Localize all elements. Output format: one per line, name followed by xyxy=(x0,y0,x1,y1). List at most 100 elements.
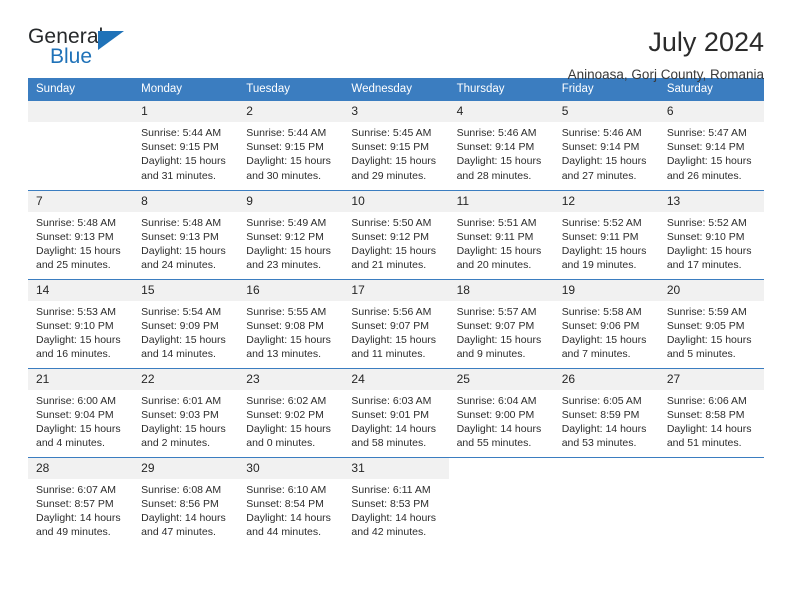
calendar-day-cell[interactable]: 27 Sunrise: 6:06 AM Sunset: 8:58 PM Dayligh… xyxy=(658,367,764,457)
day-number xyxy=(553,457,659,479)
detail-sunrise: Sunrise: 5:59 AM xyxy=(666,305,747,318)
calendar-week-row: 7 Sunrise: 5:48 AM Sunset: 9:13 PM Daylight… xyxy=(28,189,764,279)
day-number: 12 xyxy=(553,190,659,212)
detail-sunrise: Sunrise: 6:10 AM xyxy=(246,483,327,496)
detail-sunset: Sunset: 9:15 PM xyxy=(246,141,324,154)
calendar-week-row: 28 Sunrise: 6:07 AM Sunset: 8:57 PM Dayligh… xyxy=(28,456,764,546)
calendar-day-cell[interactable]: 22 Sunrise: 6:01 AM Sunset: 9:03 PM Dayligh… xyxy=(133,367,239,457)
detail-sunset: Sunset: 9:11 PM xyxy=(456,230,534,243)
day-number: 28 xyxy=(28,457,134,479)
calendar-day-cell[interactable]: 19 Sunrise: 5:58 AM Sunset: 9:06 PM Dayligh… xyxy=(553,278,659,368)
calendar-day-cell[interactable]: 5 Sunrise: 5:46 AM Sunset: 9:14 PM Daylight… xyxy=(553,101,659,190)
detail-daylight-1: Daylight: 15 hours xyxy=(456,333,542,346)
detail-sunset: Sunset: 9:08 PM xyxy=(246,319,324,332)
calendar-cell-empty xyxy=(28,101,134,190)
day-number: 16 xyxy=(238,279,344,301)
calendar-day-cell[interactable]: 11 Sunrise: 5:51 AM Sunset: 9:11 PM Dayligh… xyxy=(448,189,554,279)
detail-sunset: Sunset: 9:00 PM xyxy=(456,408,535,421)
detail-daylight-2: and 58 minutes. xyxy=(351,437,427,450)
calendar-day-cell[interactable]: 7 Sunrise: 5:48 AM Sunset: 9:13 PM Daylight… xyxy=(28,189,134,279)
calendar-day-cell[interactable]: 25 Sunrise: 6:04 AM Sunset: 9:00 PM Dayligh… xyxy=(448,367,554,457)
detail-sunrise: Sunrise: 5:56 AM xyxy=(351,305,432,318)
day-details: Sunrise: 5:44 AM Sunset: 9:15 PM Daylight:… xyxy=(133,122,238,183)
calendar-day-cell[interactable]: 12 Sunrise: 5:52 AM Sunset: 9:11 PM Dayligh… xyxy=(553,189,659,279)
general-blue-logo[interactable]: General Blue xyxy=(28,26,148,78)
calendar-cell-empty xyxy=(448,456,554,546)
detail-daylight-1: Daylight: 15 hours xyxy=(36,244,121,257)
detail-sunrise: Sunrise: 6:03 AM xyxy=(351,394,432,407)
calendar-day-cell[interactable]: 17 Sunrise: 5:56 AM Sunset: 9:07 PM Dayligh… xyxy=(343,278,449,368)
calendar-day-cell[interactable]: 20 Sunrise: 5:59 AM Sunset: 9:05 PM Dayligh… xyxy=(658,278,764,368)
detail-daylight-2: and 31 minutes. xyxy=(141,169,216,182)
detail-daylight-1: Daylight: 15 hours xyxy=(141,155,226,168)
day-details: Sunrise: 5:54 AM Sunset: 9:09 PM Daylight:… xyxy=(133,301,238,362)
detail-daylight-1: Daylight: 15 hours xyxy=(456,155,542,168)
detail-daylight-2: and 0 minutes. xyxy=(246,437,316,450)
calendar-day-cell[interactable]: 6 Sunrise: 5:47 AM Sunset: 9:14 PM Daylight… xyxy=(658,101,764,190)
page-title: July 2024 xyxy=(648,27,764,57)
detail-daylight-2: and 13 minutes. xyxy=(246,348,321,361)
detail-sunrise: Sunrise: 6:01 AM xyxy=(141,394,222,407)
detail-sunset: Sunset: 9:14 PM xyxy=(561,141,640,154)
calendar-day-cell[interactable]: 9 Sunrise: 5:49 AM Sunset: 9:12 PM Daylight… xyxy=(238,189,344,279)
calendar-day-cell[interactable]: 15 Sunrise: 5:54 AM Sunset: 9:09 PM Dayligh… xyxy=(133,278,239,368)
calendar-cell-empty xyxy=(658,456,764,546)
calendar-day-cell[interactable]: 28 Sunrise: 6:07 AM Sunset: 8:57 PM Dayligh… xyxy=(28,456,134,546)
calendar-day-cell[interactable]: 10 Sunrise: 5:50 AM Sunset: 9:12 PM Dayligh… xyxy=(343,189,449,279)
calendar-day-cell[interactable]: 30 Sunrise: 6:10 AM Sunset: 8:54 PM Dayligh… xyxy=(238,456,344,546)
detail-sunset: Sunset: 9:15 PM xyxy=(351,141,430,154)
calendar-day-cell[interactable]: 21 Sunrise: 6:00 AM Sunset: 9:04 PM Dayligh… xyxy=(28,367,134,457)
day-details: Sunrise: 5:52 AM Sunset: 9:11 PM Daylight:… xyxy=(554,212,659,273)
calendar-day-cell[interactable]: 3 Sunrise: 5:45 AM Sunset: 9:15 PM Daylight… xyxy=(343,101,449,190)
day-details: Sunrise: 5:55 AM Sunset: 9:08 PM Daylight:… xyxy=(238,301,343,362)
calendar-day-cell[interactable]: 23 Sunrise: 6:02 AM Sunset: 9:02 PM Dayligh… xyxy=(238,367,344,457)
calendar-day-cell[interactable]: 4 Sunrise: 5:46 AM Sunset: 9:14 PM Daylight… xyxy=(448,101,554,190)
detail-sunset: Sunset: 8:54 PM xyxy=(246,497,324,510)
detail-sunset: Sunset: 9:06 PM xyxy=(561,319,640,332)
day-number xyxy=(28,101,134,122)
detail-sunset: Sunset: 9:10 PM xyxy=(36,319,114,332)
calendar-day-cell[interactable]: 13 Sunrise: 5:52 AM Sunset: 9:10 PM Dayligh… xyxy=(658,189,764,279)
detail-daylight-2: and 9 minutes. xyxy=(456,348,526,361)
detail-sunrise: Sunrise: 6:04 AM xyxy=(456,394,537,407)
calendar-week-row: 21 Sunrise: 6:00 AM Sunset: 9:04 PM Dayligh… xyxy=(28,367,764,457)
day-number: 21 xyxy=(28,368,134,390)
detail-daylight-1: Daylight: 15 hours xyxy=(141,333,226,346)
calendar-day-cell[interactable]: 16 Sunrise: 5:55 AM Sunset: 9:08 PM Dayligh… xyxy=(238,278,344,368)
detail-sunrise: Sunrise: 5:46 AM xyxy=(561,127,642,139)
detail-sunrise: Sunrise: 5:52 AM xyxy=(561,216,642,229)
detail-daylight-2: and 24 minutes. xyxy=(141,259,216,272)
day-details: Sunrise: 5:58 AM Sunset: 9:06 PM Daylight:… xyxy=(554,301,659,362)
calendar-day-cell[interactable]: 29 Sunrise: 6:08 AM Sunset: 8:56 PM Dayligh… xyxy=(133,456,239,546)
day-number: 18 xyxy=(448,279,554,301)
detail-sunrise: Sunrise: 5:44 AM xyxy=(141,127,222,139)
detail-sunrise: Sunrise: 5:50 AM xyxy=(351,216,432,229)
detail-daylight-1: Daylight: 15 hours xyxy=(141,422,226,435)
detail-sunrise: Sunrise: 5:48 AM xyxy=(36,216,116,229)
detail-sunset: Sunset: 9:15 PM xyxy=(141,141,219,154)
detail-daylight-1: Daylight: 14 hours xyxy=(561,422,647,435)
day-details: Sunrise: 6:03 AM Sunset: 9:01 PM Daylight:… xyxy=(343,390,448,451)
detail-daylight-1: Daylight: 15 hours xyxy=(666,244,752,257)
detail-daylight-1: Daylight: 14 hours xyxy=(141,511,226,524)
day-number: 31 xyxy=(343,457,449,479)
detail-daylight-2: and 47 minutes. xyxy=(141,526,216,539)
day-details: Sunrise: 6:02 AM Sunset: 9:02 PM Daylight:… xyxy=(238,390,343,451)
day-details: Sunrise: 6:01 AM Sunset: 9:03 PM Daylight:… xyxy=(133,390,238,451)
calendar-day-cell[interactable]: 2 Sunrise: 5:44 AM Sunset: 9:15 PM Daylight… xyxy=(238,101,344,190)
calendar-day-cell[interactable]: 24 Sunrise: 6:03 AM Sunset: 9:01 PM Dayligh… xyxy=(343,367,449,457)
day-details: Sunrise: 5:44 AM Sunset: 9:15 PM Daylight:… xyxy=(238,122,343,183)
title-block: July 2024 Aninoasa, Gorj County, Romania xyxy=(568,26,764,83)
detail-daylight-1: Daylight: 15 hours xyxy=(561,333,647,346)
calendar-week-row: 1 Sunrise: 5:44 AM Sunset: 9:15 PM Daylight… xyxy=(28,101,764,190)
day-number: 7 xyxy=(28,190,134,212)
calendar-day-cell[interactable]: 31 Sunrise: 6:11 AM Sunset: 8:53 PM Dayligh… xyxy=(343,456,449,546)
detail-sunset: Sunset: 8:57 PM xyxy=(36,497,114,510)
calendar-day-cell[interactable]: 1 Sunrise: 5:44 AM Sunset: 9:15 PM Daylight… xyxy=(133,101,239,190)
detail-daylight-1: Daylight: 15 hours xyxy=(666,155,752,168)
page-header: General Blue July 2024 Aninoasa, Gorj Co… xyxy=(28,0,764,83)
calendar-day-cell[interactable]: 26 Sunrise: 6:05 AM Sunset: 8:59 PM Dayligh… xyxy=(553,367,659,457)
calendar-day-cell[interactable]: 14 Sunrise: 5:53 AM Sunset: 9:10 PM Dayligh… xyxy=(28,278,134,368)
calendar-day-cell[interactable]: 8 Sunrise: 5:48 AM Sunset: 9:13 PM Daylight… xyxy=(133,189,239,279)
calendar-day-cell[interactable]: 18 Sunrise: 5:57 AM Sunset: 9:07 PM Dayligh… xyxy=(448,278,554,368)
